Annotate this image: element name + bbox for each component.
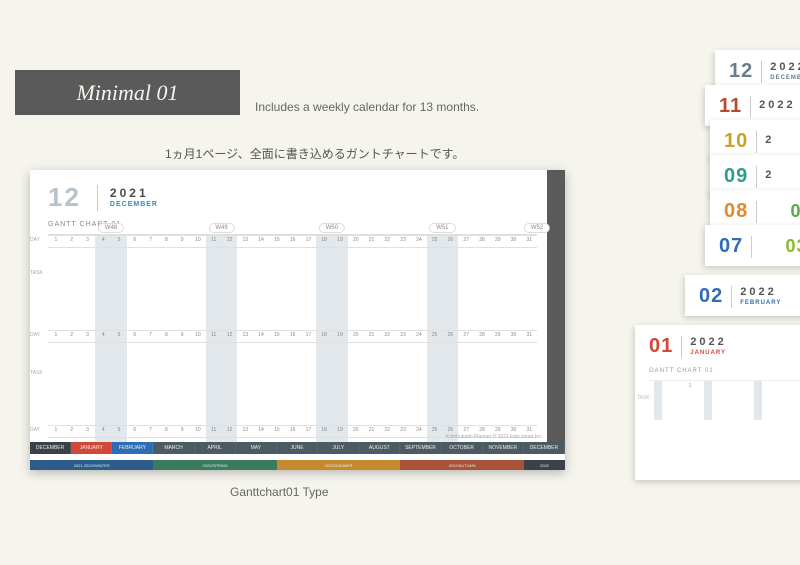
week-label: W50 [319, 223, 345, 233]
footer-month: MAY [236, 442, 277, 454]
planner-main-preview: 12 2021 DECEMBER GANTT CHART 01 W48 W49 [30, 170, 565, 470]
month-number: 12 [48, 182, 81, 213]
planner-side-tab [547, 170, 565, 442]
year-label: 2021 [110, 187, 158, 199]
week-label: W52 [524, 223, 550, 233]
week-label: W51 [429, 223, 455, 233]
week-label: W48 [98, 223, 124, 233]
footer-month: JANUARY [71, 442, 112, 454]
copyright-text: Kotobukado Planner © 2021 koto.smart Inc… [446, 434, 543, 440]
footer-month: MARCH [153, 442, 194, 454]
day-number-row: 1234567891011121314151617181920212223242… [48, 427, 537, 433]
footer-month: DECEMBER [30, 442, 71, 454]
footer-season: 2022/SPRING [153, 460, 276, 470]
gantt-grid: W48 W49 W50 W51 W52 TASK TASK DAY DAY DA… [48, 234, 537, 444]
footer-month: APRIL [195, 442, 236, 454]
month-header: 12 2021 DECEMBER [30, 170, 565, 219]
stack-card: 07 03 2022 MARCH [705, 225, 800, 266]
footer-month: FEBRUARY [112, 442, 153, 454]
week-label: W49 [208, 223, 234, 233]
day-row-label: DAY [30, 332, 40, 338]
stack-card: 01 2022 JANUARY GANTT CHART 01 TASK 1 [635, 325, 800, 480]
day-row-label: DAY [30, 237, 40, 243]
footer-month: JUNE [277, 442, 318, 454]
footer-month: NOVEMBER [483, 442, 524, 454]
footer-season: 2021-2022/WINTER [30, 460, 153, 470]
title-badge: Minimal 01 [15, 70, 240, 115]
month-card-stack: 12 2022 DECEMBER 11 2022 10 2 06 [595, 50, 800, 500]
footer-month: OCTOBER [442, 442, 483, 454]
footer-month: AUGUST [359, 442, 400, 454]
month-name: DECEMBER [110, 201, 158, 208]
footer-season: 2022/AUTUMN [400, 460, 523, 470]
subtitle: Includes a weekly calendar for 13 months… [255, 100, 479, 114]
japanese-caption: 1ヵ月1ページ、全面に書き込めるガントチャートです。 [165, 145, 464, 162]
task-row-label: TASK [30, 270, 43, 276]
day-number-row: 1234567891011121314151617181920212223242… [48, 237, 537, 243]
type-label: Ganttchart01 Type [230, 485, 329, 499]
footer-season: 2022/SUMMER [277, 460, 400, 470]
footer-season: 2022 [524, 460, 565, 470]
day-row-label: DAY [30, 427, 40, 433]
footer-month: DECEMBER [524, 442, 565, 454]
day-number-row: 1234567891011121314151617181920212223242… [48, 332, 537, 338]
task-row-label: TASK [30, 370, 43, 376]
footer-month: SEPTEMBER [400, 442, 441, 454]
stack-card: 02 2022 FEBRUARY [685, 275, 800, 316]
footer-month-bar: DECEMBERJANUARYFEBRUARYMARCHAPRILMAYJUNE… [30, 442, 565, 470]
footer-month: JULY [318, 442, 359, 454]
